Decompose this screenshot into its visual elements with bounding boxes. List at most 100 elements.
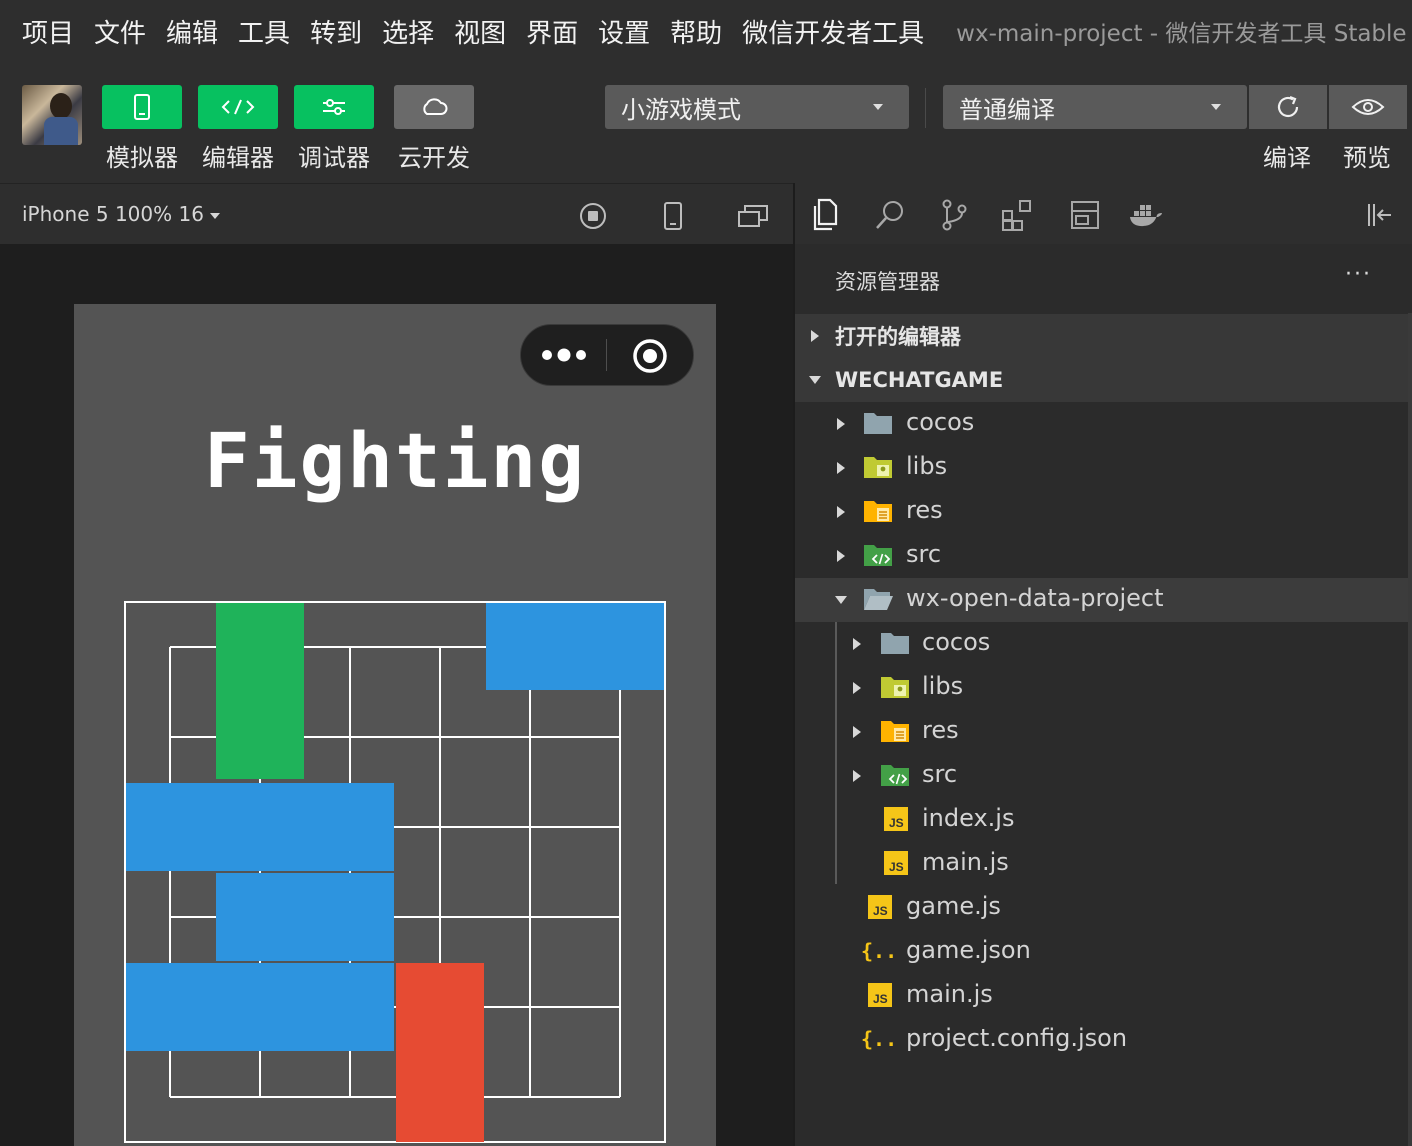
js-file-icon: JS — [884, 807, 908, 831]
window-title: wx-main-project - 微信开发者工具 Stable — [956, 21, 1407, 47]
more-dots-icon[interactable] — [539, 345, 589, 365]
menu-view[interactable]: 视图 — [454, 13, 506, 50]
search-tab[interactable] — [870, 195, 910, 235]
editor-button[interactable] — [198, 85, 278, 129]
phone-icon — [134, 94, 150, 120]
cloud-icon — [423, 98, 448, 115]
layout-tab[interactable] — [1065, 195, 1105, 235]
folder-resource-icon — [881, 721, 909, 742]
menu-help[interactable]: 帮助 — [670, 13, 722, 50]
tree-label: res — [922, 716, 959, 744]
tree-label: src — [906, 540, 942, 568]
collapse-panel-button[interactable] — [1359, 195, 1399, 235]
stop-button[interactable] — [577, 200, 609, 232]
git-branch-icon — [942, 199, 967, 231]
device-info-text: iPhone 5 100% 16 — [22, 202, 204, 226]
compile-select[interactable]: 普通编译 — [943, 85, 1247, 129]
close-target-icon[interactable] — [631, 337, 669, 375]
explorer-activity-bar — [795, 183, 1412, 244]
preview-label: 预览 — [1343, 144, 1391, 172]
phone-screen[interactable]: Fighting — [74, 304, 716, 1146]
tree-item-project-config[interactable]: {..} project.config.json — [795, 1018, 1408, 1062]
tree-label: res — [906, 496, 943, 524]
chevron-right-icon — [837, 506, 845, 518]
cloud-label: 云开发 — [398, 144, 470, 172]
simulator-viewport: Fighting — [0, 244, 793, 1146]
extensions-tab[interactable] — [997, 195, 1037, 235]
game-title: Fighting — [203, 416, 587, 505]
tree-item-cocos[interactable]: cocos — [795, 402, 1408, 446]
tree-item-sub-src[interactable]: src — [795, 754, 1408, 798]
tree-item-sub-libs[interactable]: libs — [795, 666, 1408, 710]
mode-select-value: 小游戏模式 — [621, 95, 741, 124]
folder-icon — [881, 633, 909, 654]
tree-label: libs — [906, 452, 948, 480]
tree-item-sub-index-js[interactable]: JS index.js — [795, 798, 1408, 842]
section-workspace-root[interactable]: WECHATGAME — [795, 358, 1408, 402]
cloud-button[interactable] — [394, 85, 474, 129]
tree-item-game-json[interactable]: {..} game.json — [795, 930, 1408, 974]
folder-libs-icon — [881, 677, 909, 698]
windows-icon — [738, 205, 768, 227]
tree-item-libs[interactable]: libs — [795, 446, 1408, 490]
refresh-icon — [1277, 95, 1299, 118]
docker-tab[interactable] — [1126, 195, 1166, 235]
avatar[interactable] — [22, 85, 82, 145]
explorer-scrollbar[interactable] — [1408, 313, 1412, 1146]
chevron-down-icon — [835, 596, 847, 604]
folder-icon — [864, 413, 892, 434]
tree-item-game-js[interactable]: JS game.js — [795, 886, 1408, 930]
mode-select[interactable]: 小游戏模式 — [605, 85, 909, 129]
preview-button[interactable] — [1329, 85, 1407, 129]
chevron-right-icon — [853, 638, 861, 650]
tree-item-sub-res[interactable]: res — [795, 710, 1408, 754]
toolbar-divider — [925, 88, 926, 128]
js-file-icon: JS — [868, 983, 892, 1007]
stop-icon — [580, 203, 606, 229]
rotate-device-button[interactable] — [657, 200, 689, 232]
tree-label: wx-open-data-project — [906, 584, 1164, 612]
more-actions-button[interactable]: ··· — [1345, 262, 1372, 287]
chevron-right-icon — [837, 462, 845, 474]
tree-label: libs — [922, 672, 964, 700]
code-icon — [221, 99, 255, 115]
section-root-label: WECHATGAME — [835, 368, 1004, 392]
device-select[interactable]: iPhone 5 100% 16 — [22, 202, 220, 226]
eye-icon — [1351, 99, 1385, 115]
editor-label: 编辑器 — [202, 144, 274, 172]
detach-window-button[interactable] — [737, 200, 769, 232]
tree-label: cocos — [922, 628, 991, 656]
compile-button[interactable] — [1249, 85, 1327, 129]
svg-text:JS: JS — [873, 904, 888, 918]
capsule-menu[interactable] — [520, 324, 694, 386]
tree-item-main-js[interactable]: JS main.js — [795, 974, 1408, 1018]
menu-interface[interactable]: 界面 — [526, 13, 578, 50]
source-control-tab[interactable] — [934, 195, 974, 235]
tree-item-wx-open-data-project[interactable]: wx-open-data-project — [795, 578, 1408, 622]
tree-item-src[interactable]: src — [795, 534, 1408, 578]
menu-edit[interactable]: 编辑 — [166, 13, 218, 50]
tree-item-sub-main-js[interactable]: JS main.js — [795, 842, 1408, 886]
menu-select[interactable]: 选择 — [382, 13, 434, 50]
menu-settings[interactable]: 设置 — [598, 13, 650, 50]
debugger-button[interactable] — [294, 85, 374, 129]
json-file-icon: {..} — [861, 1027, 897, 1051]
game-board[interactable] — [124, 601, 666, 1143]
simulator-header: iPhone 5 100% 16 — [0, 183, 793, 244]
menu-goto[interactable]: 转到 — [310, 13, 362, 50]
menu-file[interactable]: 文件 — [94, 13, 146, 50]
tree-item-sub-cocos[interactable]: cocos — [795, 622, 1408, 666]
simulator-label: 模拟器 — [106, 144, 178, 172]
menu-project[interactable]: 项目 — [22, 13, 74, 50]
chevron-down-icon — [873, 104, 883, 110]
simulator-button[interactable] — [102, 85, 182, 129]
layout-icon — [1071, 201, 1099, 229]
tree-item-res[interactable]: res — [795, 490, 1408, 534]
menu-tools[interactable]: 工具 — [238, 13, 290, 50]
files-tab[interactable] — [806, 195, 846, 235]
menu-devtools[interactable]: 微信开发者工具 — [742, 13, 924, 50]
chevron-right-icon — [853, 726, 861, 738]
folder-src-icon — [881, 765, 909, 786]
menu-bar: 项目 文件 编辑 工具 转到 选择 视图 界面 设置 帮助 微信开发者工具 wx… — [0, 0, 1412, 62]
section-open-editors[interactable]: 打开的编辑器 — [795, 314, 1408, 358]
